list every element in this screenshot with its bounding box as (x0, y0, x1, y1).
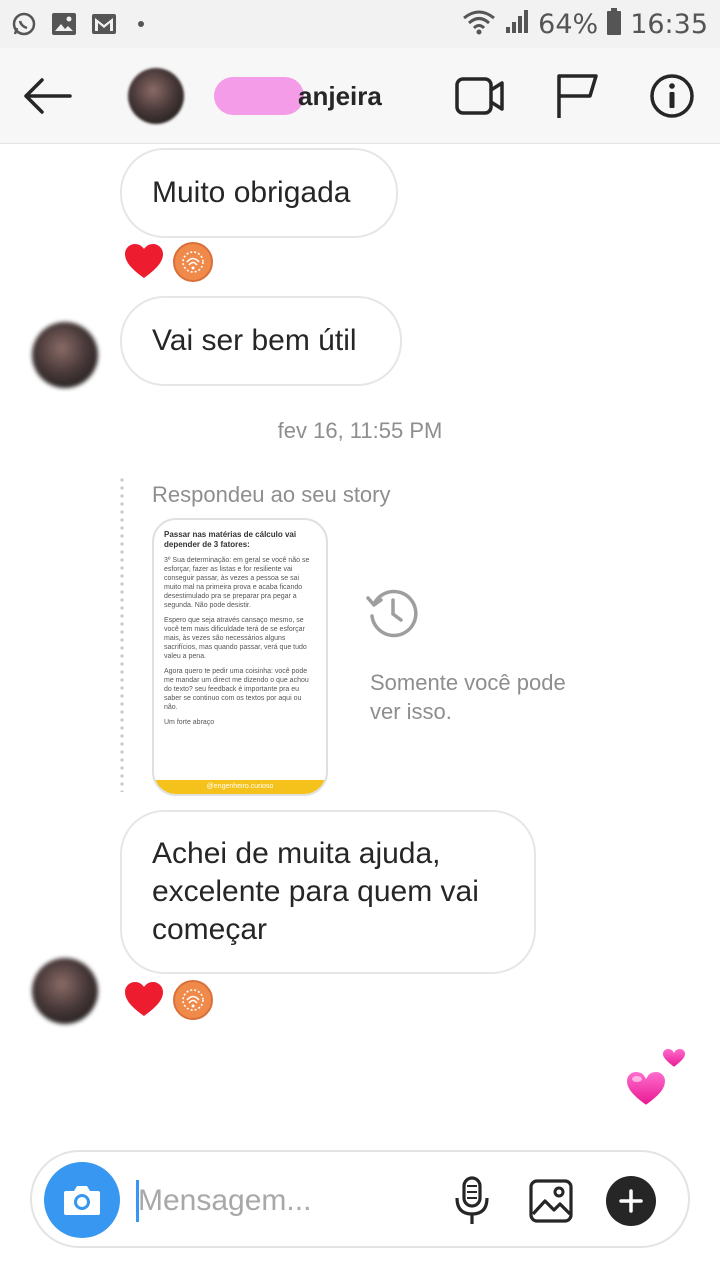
message-bubble[interactable]: Muito obrigada (120, 148, 398, 238)
heart-reaction-icon[interactable] (124, 982, 164, 1018)
story-reply-divider (120, 476, 124, 792)
camera-icon (64, 1186, 100, 1215)
heart-reaction-icon[interactable] (124, 244, 164, 280)
status-bar: 64% 16:35 (0, 0, 720, 48)
video-call-icon[interactable] (454, 74, 506, 118)
name-redaction (214, 77, 304, 115)
sender-avatar[interactable] (32, 958, 98, 1024)
gmail-icon (90, 10, 118, 38)
whatsapp-icon (10, 10, 38, 38)
signal-icon (504, 9, 530, 40)
story-preview-content: Passar nas matérias de cálculo vai depen… (164, 530, 316, 733)
story-preview-title: Passar nas matérias de cálculo vai depen… (164, 530, 297, 549)
gallery-icon[interactable] (528, 1178, 574, 1224)
history-icon (364, 584, 420, 640)
chat-header: anjeira (0, 48, 720, 144)
gallery-icon (50, 10, 78, 38)
message-text: Muito obrigada (152, 176, 351, 209)
story-preview-paragraph: Espero que seja através cansaço mesmo, s… (164, 617, 307, 660)
camera-button[interactable] (44, 1162, 120, 1238)
story-preview-paragraph: Um forte abraço (164, 719, 215, 726)
info-icon[interactable] (648, 72, 696, 120)
message-bubble[interactable]: Achei de muita ajuda, excelente para que… (120, 810, 536, 974)
message-input[interactable] (138, 1172, 438, 1230)
sender-avatar[interactable] (32, 322, 98, 388)
contact-avatar[interactable] (128, 68, 184, 124)
microphone-icon[interactable] (450, 1176, 494, 1226)
wifi-icon (462, 9, 496, 40)
story-preview-card[interactable]: Passar nas matérias de cálculo vai depen… (152, 518, 328, 796)
more-options-button[interactable] (606, 1176, 656, 1226)
message-text: Achei de muita ajuda, excelente para que… (152, 837, 479, 946)
contact-name[interactable]: anjeira (214, 76, 382, 116)
hearts-sticker-icon[interactable] (622, 1044, 692, 1108)
story-preview-paragraph: Agora quero te pedir uma coisinha: você … (164, 668, 309, 711)
sticker-reaction-icon[interactable] (173, 242, 213, 282)
notification-dot (138, 21, 144, 27)
battery-percent: 64% (538, 9, 599, 40)
message-bubble[interactable]: Vai ser bem útil (120, 296, 402, 386)
contact-name-text: anjeira (298, 80, 382, 111)
timestamp: fev 16, 11:55 PM (277, 418, 443, 443)
battery-icon (606, 8, 622, 41)
back-arrow-icon[interactable] (20, 72, 74, 120)
plus-icon (619, 1189, 643, 1213)
sticker-reaction-icon[interactable] (173, 980, 213, 1020)
story-preview-footer: @engenheiro.curioso (154, 780, 326, 794)
flag-icon[interactable] (554, 72, 600, 120)
story-preview-paragraph: 3º Sua determinação: em geral se você nã… (164, 557, 310, 609)
message-text: Vai ser bem útil (152, 324, 357, 357)
clock: 16:35 (630, 9, 708, 40)
message-composer (30, 1150, 690, 1248)
privacy-note: Somente você pode ver isso. (370, 670, 566, 724)
story-reply-label: Respondeu ao seu story (152, 482, 391, 507)
